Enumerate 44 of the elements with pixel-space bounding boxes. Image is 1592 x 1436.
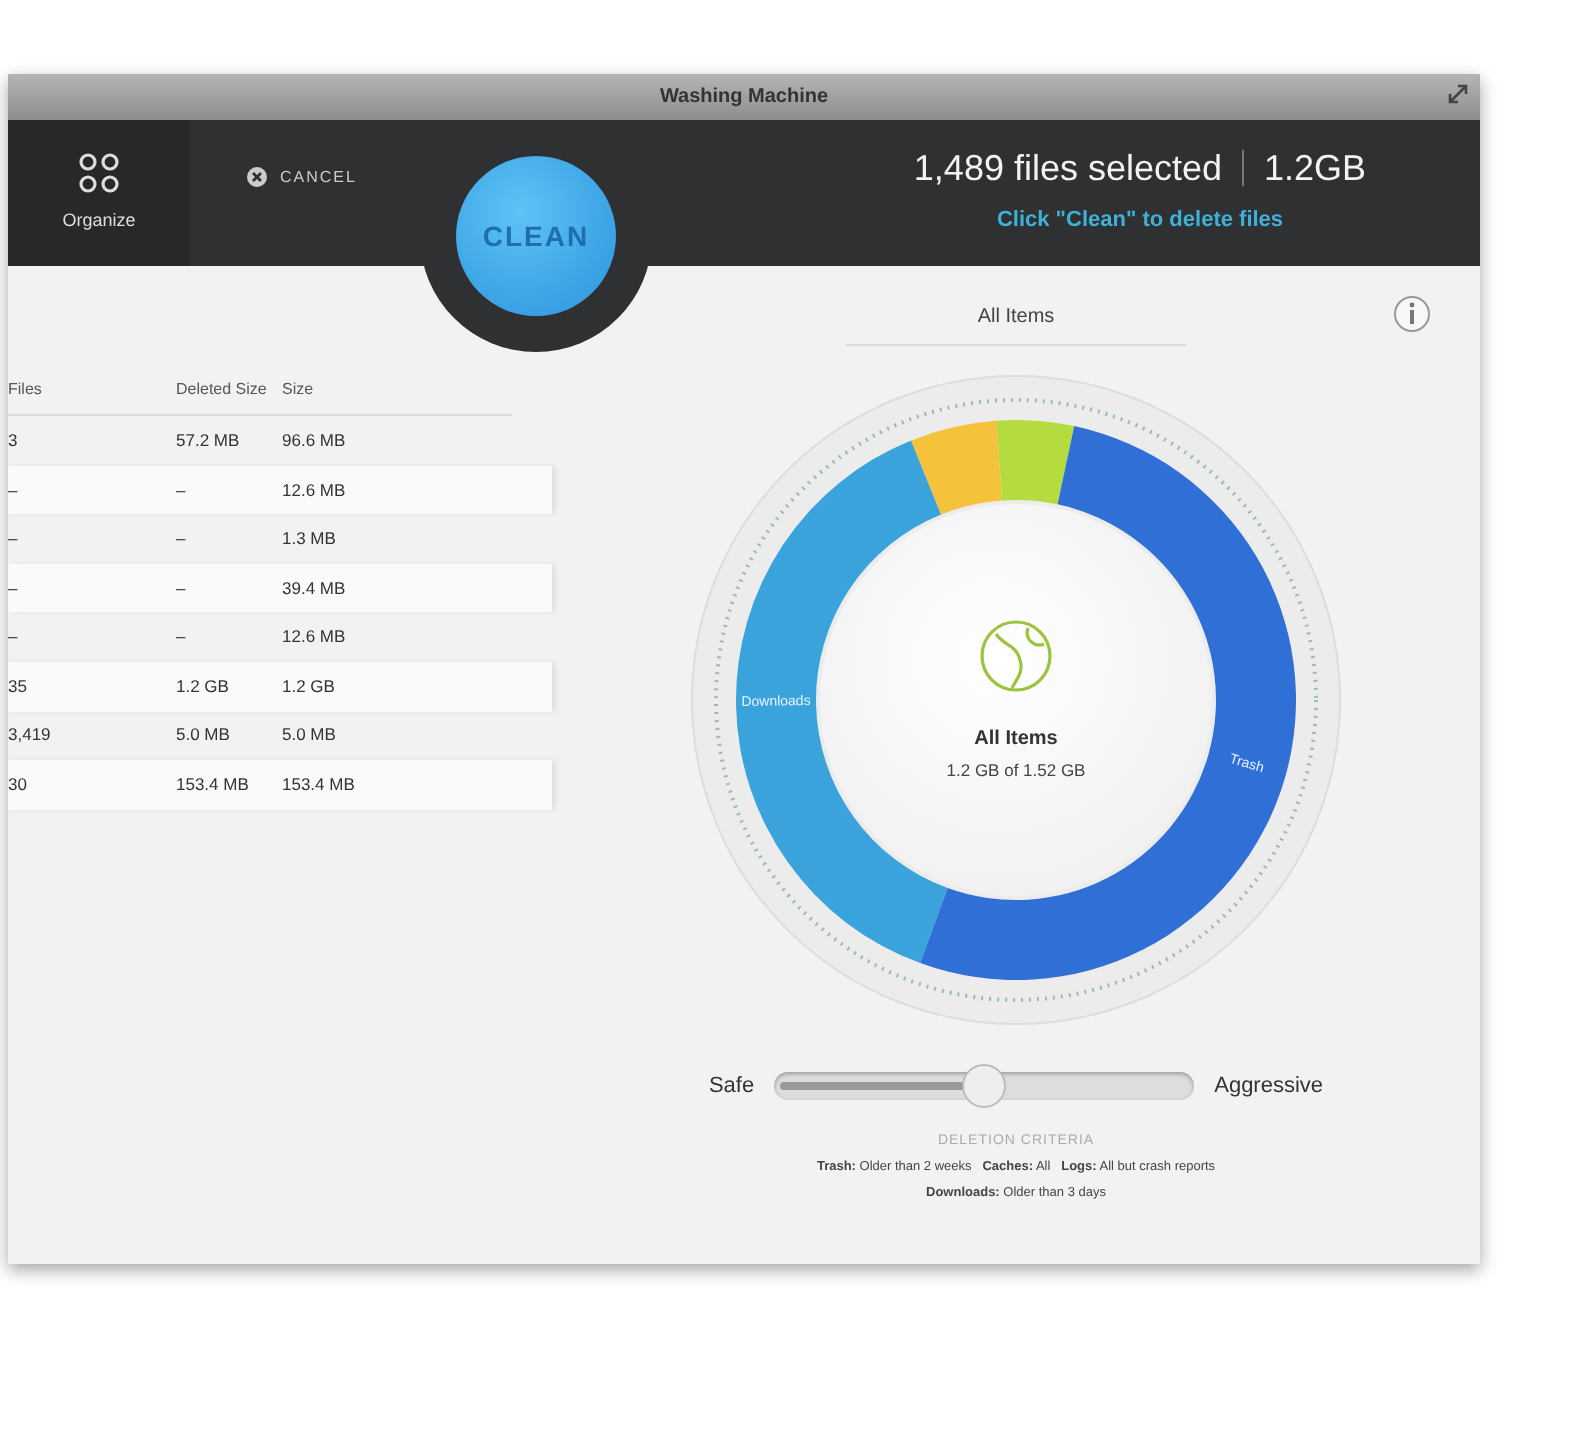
selected-files-count: 1,489 files selected bbox=[913, 145, 1223, 192]
table-cell-text: 96.6 MB bbox=[282, 427, 348, 454]
table-cell-text: 5.0 MB bbox=[176, 722, 232, 749]
table-cell-text: – bbox=[8, 575, 20, 601]
slider-min-label: Safe bbox=[708, 1072, 755, 1102]
table-cell-text: – bbox=[176, 575, 188, 601]
table-cell-text: – bbox=[176, 477, 188, 503]
resize-icon bbox=[1448, 84, 1468, 104]
slider-thumb[interactable] bbox=[962, 1064, 1007, 1109]
table-cell-text: 5.0 MB bbox=[282, 722, 338, 749]
table-cell-text: 30 bbox=[8, 772, 29, 798]
slider-max-label: Aggressive bbox=[1214, 1072, 1324, 1102]
table-cell-text: 153.4 MB bbox=[282, 772, 357, 798]
selected-size: 1.2GB bbox=[1264, 145, 1367, 192]
info-icon bbox=[1392, 294, 1432, 334]
table-cell-text: 39.4 MB bbox=[282, 575, 348, 601]
table-cell-text: 1.2 GB bbox=[282, 673, 337, 700]
table-cell-text: 3,419 bbox=[8, 722, 53, 749]
table-cell-text: – bbox=[8, 526, 20, 552]
window-title: Washing Machine bbox=[659, 84, 829, 112]
table-cell-text: 153.4 MB bbox=[176, 772, 251, 798]
table-cell-text: 12.6 MB bbox=[282, 477, 348, 503]
table-cell-text: – bbox=[176, 526, 188, 552]
cancel-button[interactable]: CANCEL bbox=[234, 163, 369, 191]
clean-hint: Click "Clean" to delete files bbox=[996, 205, 1284, 236]
table-cell-text: 1.2 GB bbox=[176, 673, 231, 700]
gauge-center-detail: 1.2 GB of 1.52 GB bbox=[946, 758, 1086, 784]
table-cell-text: 57.2 MB bbox=[176, 427, 242, 454]
circles-icon bbox=[75, 151, 123, 196]
organize-button[interactable]: Organize bbox=[8, 120, 190, 266]
table-cell-text: 35 bbox=[8, 673, 29, 700]
table-cell-text: 1.3 MB bbox=[282, 526, 338, 552]
column-header: Size bbox=[282, 378, 316, 402]
close-icon bbox=[246, 166, 268, 188]
table-cell-text: – bbox=[176, 624, 188, 651]
gauge-center-title: All Items bbox=[974, 726, 1058, 755]
column-header: Files bbox=[8, 378, 44, 402]
table-cell-text: – bbox=[8, 624, 20, 651]
table-cell-text: 12.6 MB bbox=[282, 624, 348, 651]
globe-icon bbox=[976, 616, 1056, 697]
gauge-heading: All Items bbox=[846, 302, 1186, 346]
table-cell-text: – bbox=[8, 477, 20, 503]
column-header: Deleted Size bbox=[176, 378, 269, 402]
table-cell-text: 3 bbox=[8, 427, 20, 454]
